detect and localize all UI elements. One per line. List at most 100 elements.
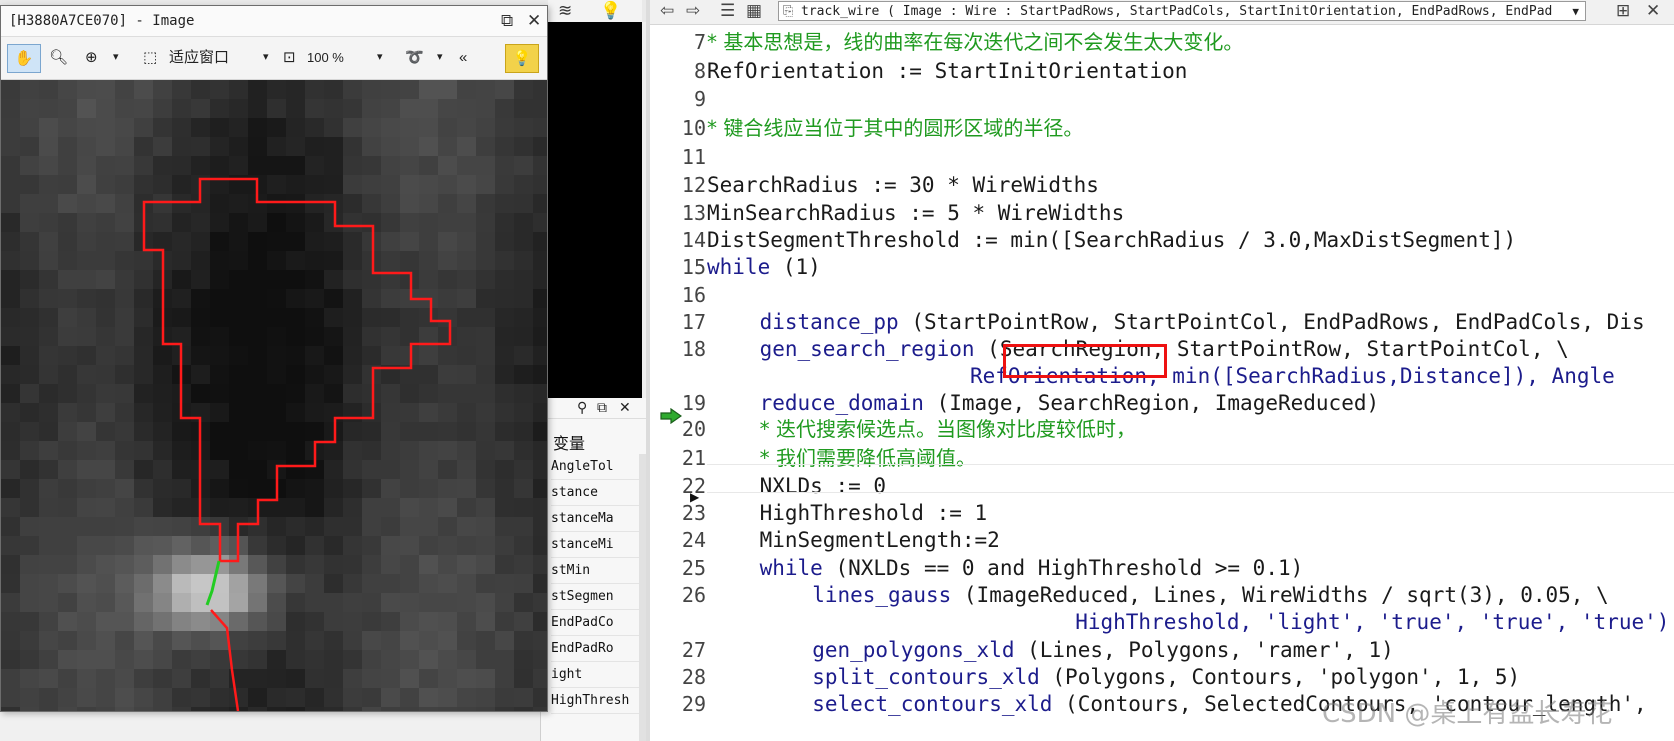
variable-item[interactable]: stance <box>551 480 639 506</box>
code-statement: split_contours_xld (Polygons, Contours, … <box>812 665 1521 689</box>
code-line[interactable]: 24 MinSegmentLength:=2 <box>650 527 1674 554</box>
image-canvas[interactable] <box>1 80 547 711</box>
variable-item[interactable]: EndPadCo <box>551 610 639 636</box>
code-statement: HighThreshold := 1 <box>759 501 988 525</box>
variable-item[interactable]: stanceMi <box>551 532 639 558</box>
code-line[interactable]: 12 SearchRadius := 30 * WireWidths <box>650 172 1674 199</box>
code-line[interactable]: 25 while (NXLDs == 0 and HighThreshold >=… <box>650 555 1674 582</box>
graphics-window-background <box>548 22 642 400</box>
magnify-icon[interactable]: 🔍︎ <box>49 44 68 71</box>
lightbulb-icon[interactable]: 💡 <box>600 1 621 21</box>
fit-window-icon[interactable]: ⬚ <box>143 44 157 71</box>
code-line[interactable]: 16 <box>650 282 1674 309</box>
chevron-down-icon[interactable]: ▾ <box>377 44 383 71</box>
line-number: 13 <box>681 201 706 225</box>
code-line[interactable]: 9 <box>650 86 1674 113</box>
draw-shape-icon[interactable]: ➰ <box>405 44 424 71</box>
code-statement: lines_gauss (ImageReduced, Lines, WireWi… <box>812 583 1609 607</box>
watermark: CSDN @桌上有盆长寿花 <box>1322 699 1613 729</box>
code-statement: reduce_domain (Image, SearchRegion, Imag… <box>759 391 1380 415</box>
pan-hand-icon[interactable]: ✋ <box>7 44 41 73</box>
code-statement: MinSearchRadius := 5 * WireWidths <box>707 201 1125 225</box>
line-number: 28 <box>681 665 706 689</box>
back-arrow-icon[interactable]: ⇦ <box>660 1 674 21</box>
code-line[interactable]: 20 * 迭代搜索候选点。当图像对比度较低时， <box>650 416 1674 443</box>
insertion-cursor-icon: ▶ <box>690 490 700 504</box>
line-number: 27 <box>681 638 706 662</box>
code-line[interactable]: 14 DistSegmentThreshold := min([SearchRad… <box>650 227 1674 254</box>
pixel-grid <box>1 80 547 711</box>
image-window-titlebar[interactable]: [H3880A7CE070] - Image ⧉ ✕ <box>1 6 547 37</box>
procedure-icon: ⎘ <box>783 4 794 19</box>
float-icon[interactable]: ⧉ <box>501 11 513 31</box>
code-line[interactable]: 10 * 键合线应当位于其中的圆形区域的半径。 <box>650 115 1674 142</box>
image-window: [H3880A7CE070] - Image ⧉ ✕ ✋ 🔍︎ ⊕ ▾ ⬚ 适应… <box>0 5 548 712</box>
editor-toolbar: ⇦ ⇨ ☰ ▦ ⎘ track_wire ( Image : Wire : St… <box>650 0 1674 25</box>
collapse-toolbar-icon[interactable]: « <box>459 44 467 71</box>
chevron-down-icon[interactable]: ▾ <box>437 44 443 71</box>
line-number: 15 <box>681 255 706 279</box>
code-line[interactable]: 8 RefOrientation := StartInitOrientation <box>650 58 1674 85</box>
cursor-line-highlight <box>707 464 1674 493</box>
code-line[interactable]: 15 while (1) <box>650 254 1674 281</box>
document-icon[interactable]: ☰ <box>720 1 735 21</box>
fit-window-label[interactable]: 适应窗口 <box>169 44 229 71</box>
code-line[interactable]: 13 MinSearchRadius := 5 * WireWidths <box>650 200 1674 227</box>
code-statement: RefOrientation := StartInitOrientation <box>707 59 1188 83</box>
line-number: 18 <box>681 337 706 361</box>
code-line[interactable]: 11 <box>650 144 1674 171</box>
code-statement: SearchRadius := 30 * WireWidths <box>707 173 1099 197</box>
code-line[interactable]: 7 * 基本思想是，线的曲率在每次迭代之间不会发生太大变化。 <box>650 29 1674 56</box>
code-line[interactable]: 28 split_contours_xld (Polygons, Contours… <box>650 664 1674 691</box>
panel-icon[interactable]: ⊞ <box>1616 1 1630 21</box>
image-window-title: [H3880A7CE070] - Image <box>9 13 195 29</box>
line-number: 26 <box>681 583 706 607</box>
variable-item[interactable]: AngleTol <box>551 454 639 480</box>
code-line[interactable]: HighThreshold, 'light', 'true', 'true', … <box>650 609 1674 636</box>
code-comment: * 迭代搜索候选点。当图像对比度较低时， <box>759 417 1136 441</box>
chevron-down-icon[interactable]: ▾ <box>263 44 269 71</box>
line-number: 29 <box>681 692 706 716</box>
searchregion-highlight-box <box>1003 344 1167 378</box>
code-statement: gen_polygons_xld (Lines, Polygons, 'rame… <box>812 638 1394 662</box>
line-number: 24 <box>681 528 706 552</box>
code-line[interactable]: 23 HighThreshold := 1 <box>650 500 1674 527</box>
variables-panel-title: 变量 <box>553 434 586 453</box>
code-line[interactable]: 26 lines_gauss (ImageReduced, Lines, Wire… <box>650 582 1674 609</box>
code-line[interactable]: 19 reduce_domain (Image, SearchRegion, Im… <box>650 390 1674 417</box>
line-number: 17 <box>681 310 706 334</box>
variable-item[interactable]: stSegmen <box>551 584 639 610</box>
variable-item[interactable]: ight <box>551 662 639 688</box>
grid-icon[interactable]: ▦ <box>746 1 762 21</box>
variable-item[interactable]: HighThresh <box>551 688 639 714</box>
float-icon[interactable]: ⧉ <box>597 399 607 416</box>
close-icon[interactable]: ✕ <box>527 11 541 31</box>
layers-icon[interactable]: ≋ <box>558 1 572 21</box>
variable-item[interactable]: EndPadRo <box>551 636 639 662</box>
code-line[interactable]: 27 gen_polygons_xld (Lines, Polygons, 'ra… <box>650 637 1674 664</box>
chevron-down-icon[interactable]: ▾ <box>113 44 119 71</box>
line-number: 12 <box>681 173 706 197</box>
variable-item[interactable]: stMin <box>551 558 639 584</box>
line-number: 11 <box>681 145 706 169</box>
zoom-level-value[interactable]: 100 % <box>307 44 344 71</box>
code-statement: HighThreshold, 'light', 'true', 'true', … <box>1075 610 1670 634</box>
lightbulb-icon[interactable]: 💡 <box>505 44 539 73</box>
forward-arrow-icon[interactable]: ⇨ <box>686 1 700 21</box>
close-icon[interactable]: ✕ <box>1646 1 1660 21</box>
zoom-in-icon[interactable]: ⊕ <box>85 44 98 71</box>
procedure-selector[interactable]: ⎘ track_wire ( Image : Wire : StartPadRo… <box>778 1 1586 21</box>
program-counter-arrow-icon <box>660 408 682 424</box>
chevron-down-icon: ▼ <box>1572 5 1579 18</box>
close-icon[interactable]: ✕ <box>619 399 631 416</box>
image-window-toolbar: ✋ 🔍︎ ⊕ ▾ ⬚ 适应窗口 ▾ ⊡ 100 % ▾ ➰ ▾ « 💡 <box>1 37 547 80</box>
zoom-level-icon[interactable]: ⊡ <box>283 44 296 71</box>
variables-panel: ⚲ ⧉ ✕ 变量 AngleTol stance stanceMa stance… <box>540 398 649 741</box>
line-number: 9 <box>693 87 706 111</box>
image-viewport[interactable] <box>1 80 547 711</box>
pin-icon[interactable]: ⚲ <box>577 399 587 416</box>
line-number: 7 <box>693 30 706 54</box>
code-line[interactable]: 17 distance_pp (StartPointRow, StartPoint… <box>650 309 1674 336</box>
variable-item[interactable]: stanceMa <box>551 506 639 532</box>
line-number: 8 <box>693 59 706 83</box>
